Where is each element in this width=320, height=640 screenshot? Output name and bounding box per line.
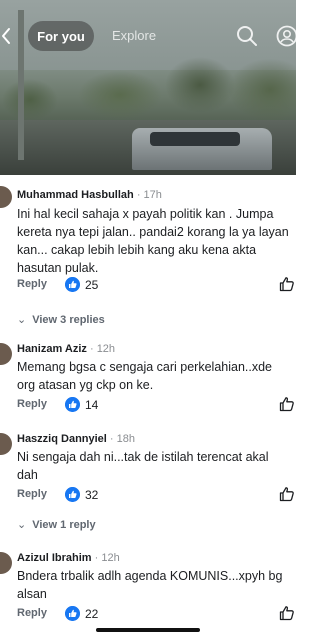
reply-button[interactable]: Reply: [17, 398, 47, 410]
profile-icon[interactable]: [276, 25, 296, 47]
comment-text: Ini hal kecil sahaja x payah politik kan…: [17, 207, 289, 275]
comment-author[interactable]: Azizul Ibrahim: [17, 552, 92, 564]
reaction-count[interactable]: 14: [85, 398, 98, 412]
comment-age: 12h: [96, 343, 116, 355]
separator-dot: ·: [109, 433, 117, 445]
separator-dot: ·: [89, 343, 97, 355]
video-trees: [0, 40, 296, 120]
comment-text: Memang bgsa c sengaja cari perkelahian..…: [17, 360, 273, 392]
tab-explore[interactable]: Explore: [112, 28, 156, 43]
comments-sheet: Muhammad Hasbullah · 17h Ini hal kecil s…: [0, 175, 296, 640]
tab-for-you[interactable]: For you: [28, 21, 94, 51]
comment-age: 12h: [101, 552, 120, 564]
reaction-count[interactable]: 25: [85, 278, 98, 292]
comment-actions: Reply 14: [17, 395, 296, 415]
comment-actions: Reply 25: [17, 275, 296, 295]
reaction-count[interactable]: 32: [85, 488, 98, 502]
comment-age: 18h: [116, 433, 136, 445]
chevron-down-icon: ⌄: [17, 519, 27, 531]
back-icon[interactable]: [0, 26, 14, 46]
avatar[interactable]: [0, 552, 12, 574]
comment-author[interactable]: Haszziq Dannyiel: [17, 433, 107, 445]
comment-header: Muhammad Hasbullah · 17h: [17, 189, 162, 201]
video-truck-window: [150, 132, 240, 146]
video-preview[interactable]: For you Explore: [0, 0, 296, 175]
like-icon[interactable]: [279, 276, 295, 292]
like-icon[interactable]: [279, 605, 295, 621]
avatar[interactable]: [0, 433, 12, 455]
comment-header: Haszziq Dannyiel · 18h: [17, 433, 135, 445]
comment-header: Hanizam Aziz · 12h: [17, 343, 115, 355]
reply-button[interactable]: Reply: [17, 607, 47, 619]
view-replies-label: View 3 replies: [32, 314, 105, 326]
comment-age: 17h: [143, 189, 162, 201]
thumbs-up-reaction-icon: [65, 277, 80, 292]
comment-author[interactable]: Hanizam Aziz: [17, 343, 87, 355]
chevron-down-icon: ⌄: [17, 314, 27, 326]
comment-author[interactable]: Muhammad Hasbullah: [17, 189, 134, 201]
comment-actions: Reply 32: [17, 485, 296, 505]
comment-actions: Reply 22: [17, 604, 296, 624]
view-replies-button[interactable]: ⌄ View 1 reply: [17, 518, 96, 531]
reaction-count[interactable]: 22: [85, 607, 98, 621]
reply-button[interactable]: Reply: [17, 278, 47, 290]
reply-button[interactable]: Reply: [17, 488, 47, 500]
like-icon[interactable]: [279, 396, 295, 412]
separator-dot: ·: [136, 189, 144, 201]
top-bar: For you Explore: [0, 20, 296, 52]
thumbs-up-reaction-icon: [65, 606, 80, 621]
thumbs-up-reaction-icon: [65, 397, 80, 412]
view-replies-label: View 1 reply: [32, 519, 96, 531]
like-icon[interactable]: [279, 486, 295, 502]
home-indicator[interactable]: [96, 628, 200, 632]
comment-text: Ni sengaja dah ni...tak de istilah teren…: [17, 450, 269, 482]
comment-text: Bndera trbalik adlh agenda KOMUNIS...xpy…: [17, 569, 283, 601]
avatar[interactable]: [0, 343, 12, 365]
thumbs-up-reaction-icon: [65, 487, 80, 502]
comment-header: Azizul Ibrahim · 12h: [17, 552, 120, 564]
search-icon[interactable]: [236, 25, 258, 47]
avatar[interactable]: [0, 186, 12, 208]
view-replies-button[interactable]: ⌄ View 3 replies: [17, 313, 105, 326]
